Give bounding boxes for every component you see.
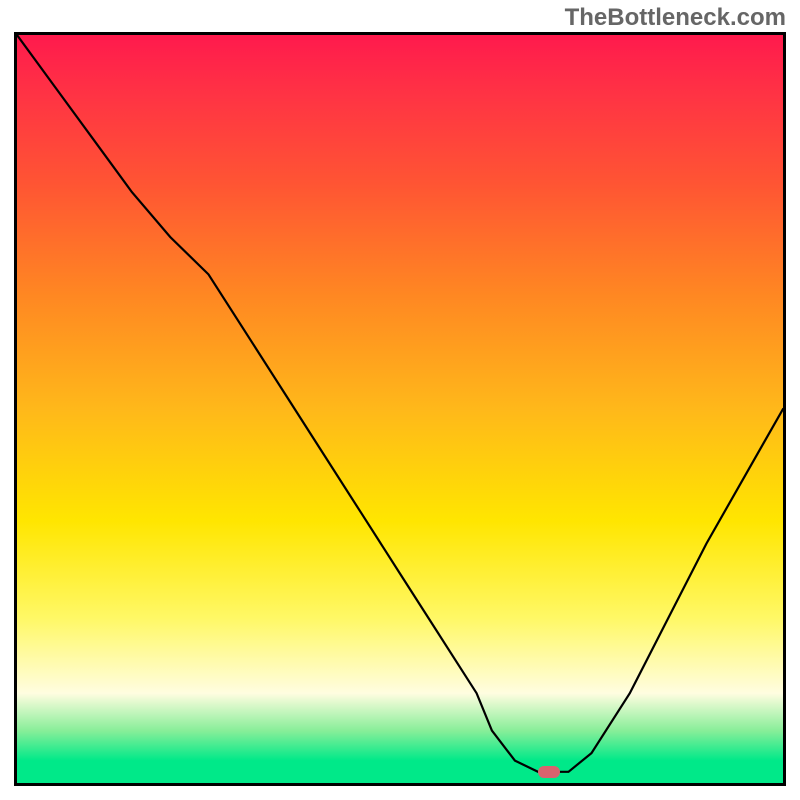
watermark-text: TheBottleneck.com [565, 4, 786, 32]
chart-container: TheBottleneck.com [0, 0, 800, 800]
bottleneck-curve [17, 35, 783, 783]
plot-area [14, 32, 786, 786]
optimal-marker [538, 766, 560, 778]
